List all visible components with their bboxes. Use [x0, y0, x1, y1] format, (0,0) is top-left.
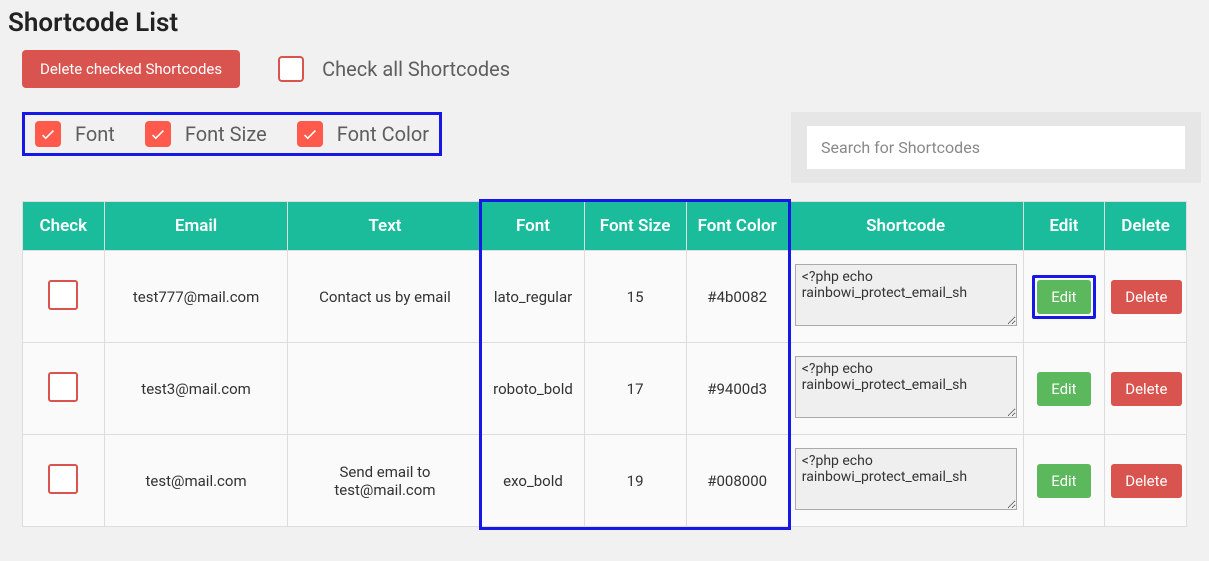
cell-check [23, 251, 105, 343]
filter-search-row: Font Font Size Font Color [8, 112, 1201, 183]
cell-edit: Edit [1023, 343, 1105, 435]
table-row: test3@mail.com roboto_bold17#9400d3 Edit De… [23, 343, 1187, 435]
th-font-color: Font Color [686, 202, 788, 251]
cell-text: Contact us by email [288, 251, 482, 343]
row-checkbox[interactable] [48, 464, 78, 494]
th-delete: Delete [1105, 202, 1187, 251]
cell-delete: Delete [1105, 343, 1187, 435]
th-email: Email [104, 202, 288, 251]
cell-check [23, 435, 105, 527]
table-row: test777@mail.comContact us by emaillato_… [23, 251, 1187, 343]
filter-font-color-checkbox[interactable] [297, 121, 323, 147]
edit-button[interactable]: Edit [1037, 280, 1090, 314]
check-all-label: Check all Shortcodes [322, 57, 510, 81]
filter-font-label: Font [75, 122, 115, 146]
check-all-checkbox[interactable] [278, 56, 304, 82]
search-wrap [791, 112, 1201, 183]
column-filter-group: Font Font Size Font Color [22, 112, 442, 156]
cell-delete: Delete [1105, 251, 1187, 343]
shortcode-textarea[interactable] [795, 356, 1017, 418]
table-wrap: Check Email Text Font Font Size Font Col… [8, 201, 1201, 527]
cell-edit: Edit [1023, 251, 1105, 343]
table-header-row: Check Email Text Font Font Size Font Col… [23, 202, 1187, 251]
filter-font-color-label: Font Color [337, 122, 429, 146]
cell-font-size: 15 [584, 251, 686, 343]
cell-edit: Edit [1023, 435, 1105, 527]
cell-text [288, 343, 482, 435]
cell-font-size: 19 [584, 435, 686, 527]
table-row: test@mail.comSend email to test@mail.com… [23, 435, 1187, 527]
highlight-edit-button: Edit [1032, 275, 1095, 319]
page-title: Shortcode List [8, 8, 1201, 38]
check-icon [39, 125, 57, 143]
cell-font: roboto_bold [482, 343, 584, 435]
shortcode-textarea[interactable] [795, 448, 1017, 510]
th-shortcode: Shortcode [788, 202, 1023, 251]
cell-email: test777@mail.com [104, 251, 288, 343]
th-text: Text [288, 202, 482, 251]
delete-button[interactable]: Delete [1111, 280, 1181, 314]
edit-button[interactable]: Edit [1037, 372, 1090, 406]
filter-font-checkbox[interactable] [35, 121, 61, 147]
top-actions-bar: Delete checked Shortcodes Check all Shor… [8, 50, 1201, 88]
cell-email: test3@mail.com [104, 343, 288, 435]
check-icon [149, 125, 167, 143]
cell-delete: Delete [1105, 435, 1187, 527]
filter-font-size-label: Font Size [185, 122, 267, 146]
cell-shortcode [788, 251, 1023, 343]
cell-font-color: #4b0082 [686, 251, 788, 343]
filter-font-size: Font Size [145, 121, 267, 147]
filter-font-color: Font Color [297, 121, 429, 147]
edit-button[interactable]: Edit [1037, 464, 1090, 498]
filter-font-size-checkbox[interactable] [145, 121, 171, 147]
cell-font: lato_regular [482, 251, 584, 343]
delete-button[interactable]: Delete [1111, 372, 1181, 406]
delete-button[interactable]: Delete [1111, 464, 1181, 498]
check-icon [301, 125, 319, 143]
th-check: Check [23, 202, 105, 251]
th-font: Font [482, 202, 584, 251]
th-edit: Edit [1023, 202, 1105, 251]
search-input[interactable] [807, 126, 1185, 169]
delete-checked-button[interactable]: Delete checked Shortcodes [22, 50, 240, 88]
th-font-size: Font Size [584, 202, 686, 251]
cell-check [23, 343, 105, 435]
cell-shortcode [788, 343, 1023, 435]
row-checkbox[interactable] [48, 280, 78, 310]
cell-email: test@mail.com [104, 435, 288, 527]
row-checkbox[interactable] [48, 372, 78, 402]
cell-text: Send email to test@mail.com [288, 435, 482, 527]
cell-font-color: #008000 [686, 435, 788, 527]
shortcode-table: Check Email Text Font Font Size Font Col… [22, 201, 1187, 527]
shortcode-textarea[interactable] [795, 264, 1017, 326]
cell-font: exo_bold [482, 435, 584, 527]
filter-font: Font [35, 121, 115, 147]
cell-shortcode [788, 435, 1023, 527]
cell-font-size: 17 [584, 343, 686, 435]
cell-font-color: #9400d3 [686, 343, 788, 435]
check-all-wrap: Check all Shortcodes [278, 56, 510, 82]
